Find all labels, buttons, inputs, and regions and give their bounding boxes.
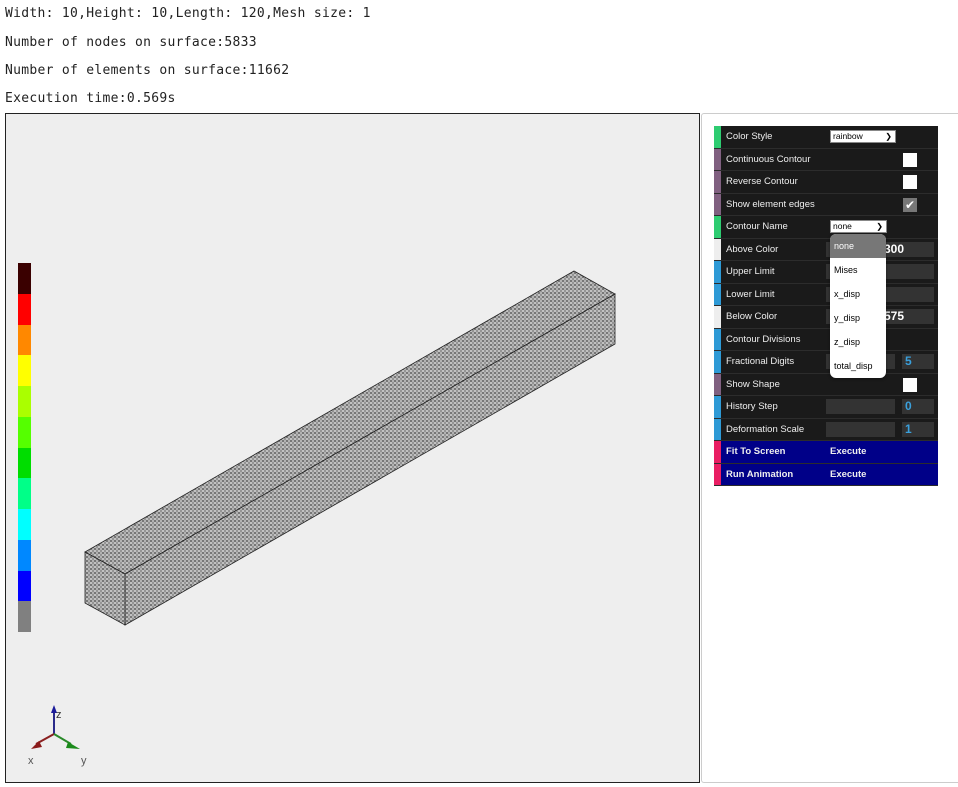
fit-to-screen-label: Fit To Screen [726, 446, 786, 458]
row-upper-limit: Upper Limit [714, 261, 938, 284]
contour-name-dropdown[interactable]: none Mises x_disp y_disp z_disp total_di… [830, 234, 886, 378]
z-axis-label: z [56, 709, 62, 721]
deformation-scale-value[interactable]: 1 [902, 421, 934, 437]
show-edges-label: Show element edges [726, 198, 815, 210]
fractional-digits-label: Fractional Digits [726, 356, 795, 368]
chevron-down-icon: ❯ [876, 222, 883, 231]
row-color-style: Color Style rainbow ❯ [714, 126, 938, 149]
fit-to-screen-button[interactable]: Fit To Screen Execute [714, 441, 938, 464]
reverse-contour-checkbox[interactable] [903, 175, 917, 189]
continuous-contour-checkbox[interactable] [903, 152, 917, 167]
dimensions-text: Width: 10,Height: 10,Length: 120,Mesh si… [5, 6, 371, 21]
reverse-contour-label: Reverse Contour [726, 176, 798, 188]
option-x-disp[interactable]: x_disp [830, 282, 886, 306]
chevron-down-icon: ❯ [885, 132, 892, 141]
option-total-disp[interactable]: total_disp [830, 354, 886, 378]
show-shape-checkbox[interactable] [903, 377, 917, 392]
fractional-digits-value[interactable]: 5 [902, 354, 934, 369]
row-show-shape: Show Shape [714, 373, 938, 396]
show-shape-label: Show Shape [726, 378, 780, 390]
color-style-label: Color Style [726, 131, 773, 143]
mesh-view: z x y [28, 270, 616, 767]
row-continuous-contour: Continuous Contour [714, 148, 938, 171]
run-animation-button[interactable]: Run Animation Execute [714, 463, 938, 486]
row-history-step: History Step 0 [714, 396, 938, 419]
row-contour-divisions: Contour Divisions [714, 328, 938, 351]
color-style-select[interactable]: rainbow ❯ [830, 130, 896, 143]
row-contour-name: Contour Name none ❯ [714, 216, 938, 239]
below-color-label: Below Color [726, 311, 778, 323]
history-step-slider[interactable] [826, 399, 895, 414]
3d-viewport[interactable]: z x y [5, 113, 700, 783]
row-deformation-scale: Deformation Scale 1 [714, 418, 938, 441]
contour-name-label: Contour Name [726, 221, 788, 233]
deformation-scale-label: Deformation Scale [726, 423, 805, 435]
execution-time-text: Execution time:0.569s [5, 91, 176, 106]
nodes-count-text: Number of nodes on surface:5833 [5, 35, 257, 50]
row-above-color: Above Color 300 [714, 238, 938, 261]
continuous-contour-label: Continuous Contour [726, 153, 811, 165]
control-panel: Color Style rainbow ❯ Continuous Contour … [714, 126, 938, 486]
above-color-label: Above Color [726, 243, 779, 255]
run-animation-label: Run Animation [726, 468, 794, 480]
run-animation-execute[interactable]: Execute [830, 469, 866, 480]
elements-count-text: Number of elements on surface:11662 [5, 63, 290, 78]
option-y-disp[interactable]: y_disp [830, 306, 886, 330]
option-mises[interactable]: Mises [830, 258, 886, 282]
row-reverse-contour: Reverse Contour [714, 171, 938, 194]
row-show-edges: Show element edges ✔ [714, 193, 938, 216]
option-none[interactable]: none [830, 234, 886, 258]
history-step-value[interactable]: 0 [902, 399, 934, 414]
row-fractional-digits: Fractional Digits 5 [714, 351, 938, 374]
y-axis-label: y [81, 755, 87, 767]
history-step-label: History Step [726, 401, 778, 413]
x-axis-label: x [28, 755, 34, 767]
row-lower-limit: Lower Limit [714, 283, 938, 306]
contour-name-select[interactable]: none ❯ [830, 220, 887, 233]
option-z-disp[interactable]: z_disp [830, 330, 886, 354]
show-edges-checkbox[interactable]: ✔ [903, 197, 917, 212]
deformation-scale-slider[interactable] [826, 421, 895, 437]
lower-limit-label: Lower Limit [726, 288, 775, 300]
beam-mesh [84, 270, 616, 626]
row-below-color: Below Color 575 [714, 306, 938, 329]
contour-divisions-label: Contour Divisions [726, 333, 801, 345]
upper-limit-label: Upper Limit [726, 266, 775, 278]
fit-to-screen-execute[interactable]: Execute [830, 446, 866, 457]
axis-triad: z x y [28, 705, 87, 767]
